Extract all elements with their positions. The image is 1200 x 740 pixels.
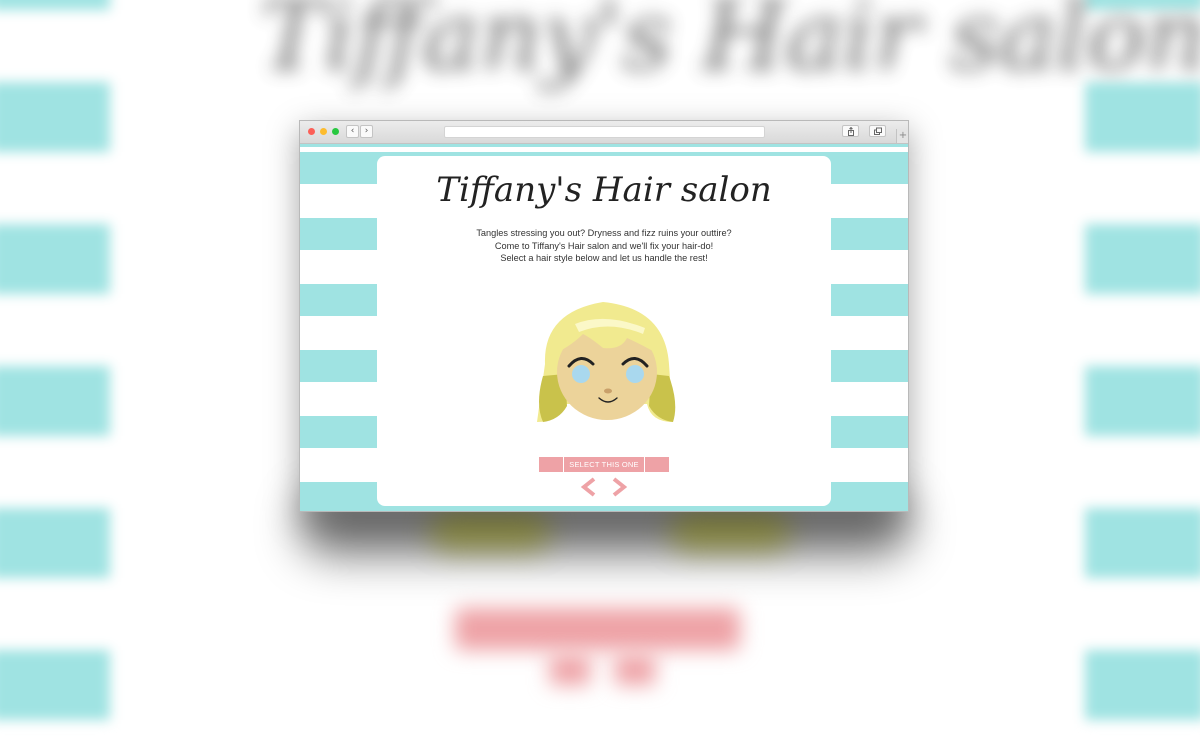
share-icon (848, 127, 854, 136)
right-eye (626, 365, 644, 383)
browser-toolbar: ‹ › + (300, 121, 908, 144)
tagline-line: Select a hair style below and let us han… (500, 253, 708, 263)
backdrop-stripes-left (0, 0, 110, 740)
backdrop-arrow-blur (550, 655, 590, 685)
back-button[interactable]: ‹ (346, 125, 359, 138)
backdrop-title: Tiffany's Hair salon (260, 0, 1200, 92)
nose (604, 388, 612, 394)
zoom-dot-icon[interactable] (332, 128, 339, 135)
tagline-line: Come to Tiffany's Hair salon and we'll f… (494, 240, 714, 251)
browser-window: ‹ › + Tiffany's Hair salon Tangles stres… (299, 120, 909, 512)
left-eye (572, 365, 590, 383)
hairstyle-avatar (537, 302, 676, 422)
salon-page: Tiffany's Hair salon Tangles stressing y… (300, 144, 908, 511)
backdrop-button-blur (455, 608, 740, 650)
backdrop-stripes-right (1085, 0, 1200, 740)
address-bar[interactable] (444, 126, 765, 138)
new-tab-button[interactable]: + (896, 129, 908, 143)
select-button-label: SELECT THIS ONE (569, 460, 639, 469)
button-divider (563, 457, 564, 472)
tagline-line: Tangles stressing you out? Dryness and f… (476, 228, 732, 238)
page-title: Tiffany's Hair salon (436, 170, 772, 210)
close-dot-icon[interactable] (308, 128, 315, 135)
forward-button[interactable]: › (360, 125, 373, 138)
backdrop-hair-blur (430, 510, 550, 550)
select-this-one-button[interactable]: SELECT THIS ONE (539, 457, 669, 472)
share-button[interactable] (842, 125, 859, 137)
button-divider (644, 457, 645, 472)
previous-style-arrow-icon[interactable] (579, 476, 597, 498)
backdrop-hair-blur (670, 510, 790, 550)
content-card: Tiffany's Hair salon Tangles stressing y… (377, 156, 831, 506)
tabs-icon (874, 127, 882, 135)
next-style-arrow-icon[interactable] (611, 476, 629, 498)
tagline: Tangles stressing you out? Dryness and f… (377, 227, 831, 265)
minimize-dot-icon[interactable] (320, 128, 327, 135)
backdrop-arrow-blur (615, 655, 655, 685)
tabs-button[interactable] (869, 125, 886, 137)
